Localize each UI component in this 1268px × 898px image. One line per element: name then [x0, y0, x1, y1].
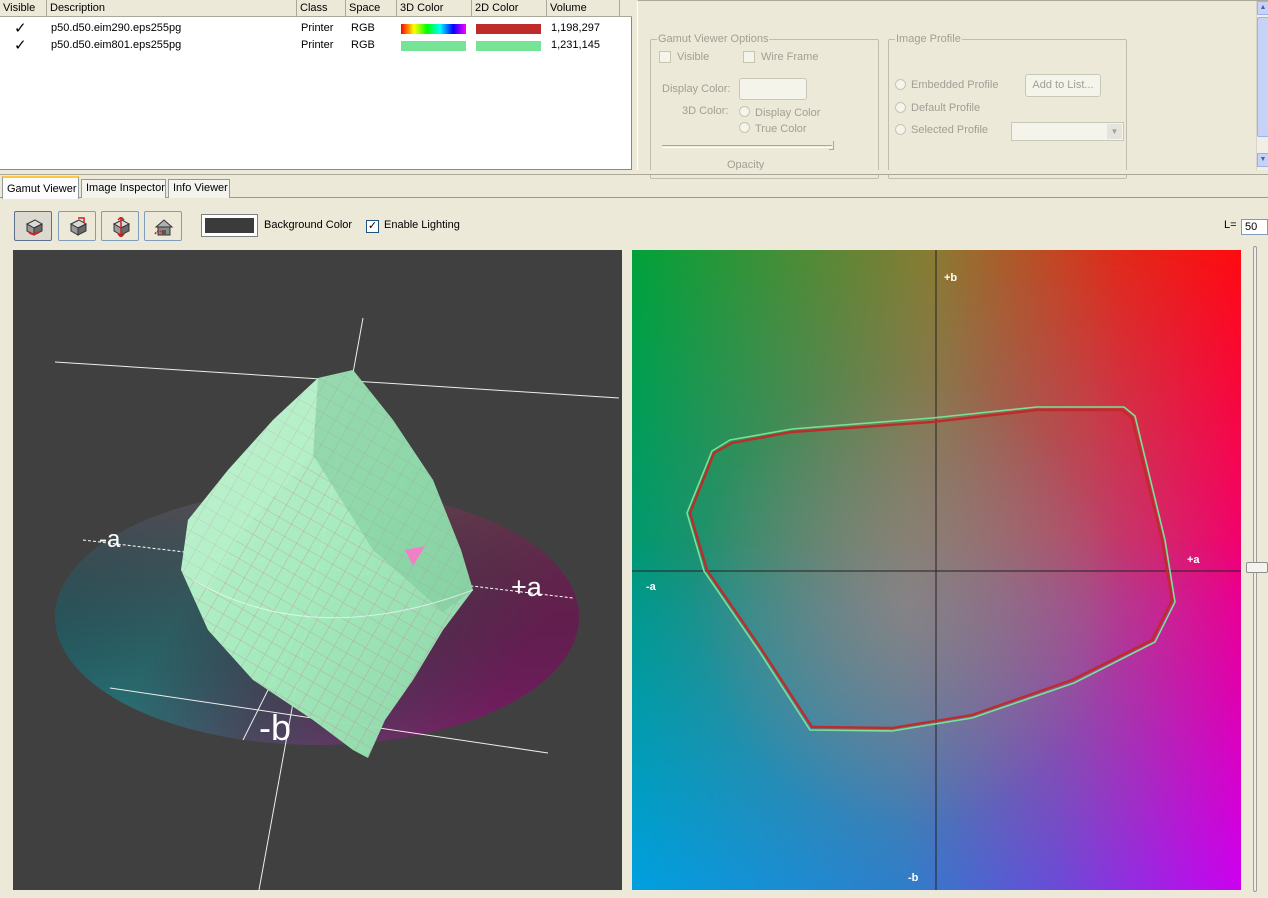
visible-check-icon[interactable]: ✓ [14, 37, 27, 54]
selected-profile-radio[interactable] [895, 124, 906, 135]
display-color-radio[interactable] [739, 106, 750, 117]
axis-label-neg-a: -a [646, 581, 657, 593]
zoom-view-icon [69, 217, 88, 236]
visible-check-icon[interactable]: ✓ [14, 20, 27, 37]
color-3d-swatch[interactable] [401, 24, 466, 34]
tab-info-viewer[interactable]: Info Viewer [168, 179, 230, 198]
embedded-profile-radio[interactable] [895, 79, 906, 90]
column-3d-color[interactable]: 3D Color [397, 0, 472, 17]
visible-label: Visible [677, 51, 710, 63]
wire-frame-label: Wire Frame [761, 51, 819, 63]
profile-description: p50.d50.eim290.eps255pg [51, 22, 182, 34]
l-value-slider[interactable] [1243, 240, 1268, 898]
panel-splitter[interactable] [0, 170, 1268, 175]
column-volume[interactable]: Volume [547, 0, 620, 17]
tab-bar: Gamut Viewer Image Inspector Info Viewer [0, 176, 1268, 199]
axis-label-neg-b: -b [908, 872, 919, 884]
l-slider-thumb[interactable] [1246, 562, 1268, 573]
profile-list[interactable]: Visible Description Class Space 3D Color… [0, 0, 632, 170]
enable-lighting-label: Enable Lighting [384, 219, 460, 231]
default-profile-label: Default Profile [911, 102, 981, 114]
scroll-up-icon[interactable]: ▲ [1257, 1, 1268, 15]
selected-profile-dropdown[interactable]: ▼ [1011, 122, 1124, 141]
profile-row[interactable]: ✓ p50.d50.eim801.eps255pg Printer RGB 1,… [0, 37, 632, 54]
profile-class: Printer [301, 22, 334, 34]
axis-label-neg-b: -b [259, 707, 291, 748]
default-profile-radio[interactable] [895, 102, 906, 113]
display-color-option: Display Color [755, 107, 821, 119]
axis-label-neg-a: -a [99, 526, 121, 553]
scroll-thumb[interactable] [1257, 17, 1268, 137]
profile-space: RGB [351, 22, 375, 34]
color-2d-swatch[interactable] [476, 41, 541, 51]
column-description[interactable]: Description [47, 0, 297, 17]
axis-label-pos-a: +a [511, 572, 543, 602]
opacity-slider-track[interactable] [662, 145, 832, 148]
l-value-label: L= [1224, 219, 1237, 231]
color-2d-swatch[interactable] [476, 24, 541, 34]
home-view-button[interactable] [144, 211, 182, 241]
column-class[interactable]: Class [297, 0, 346, 17]
profile-volume: 1,231,145 [551, 39, 600, 51]
rotate-view-icon [25, 219, 44, 236]
axis-label-pos-b: +b [944, 272, 957, 284]
visible-checkbox[interactable] [659, 51, 671, 63]
pan-view-button[interactable] [101, 211, 139, 241]
options-panel: Gamut Viewer Options Visible Wire Frame … [637, 0, 1268, 179]
gamut-2d-plot: +b -b +a -a [632, 250, 1241, 890]
column-filler [620, 0, 632, 17]
gamut-3d-scene: -a +a -b [54, 317, 620, 890]
rotate-view-button[interactable] [14, 211, 52, 241]
gamut-2d-viewport[interactable]: +b -b +a -a [632, 250, 1241, 890]
column-space[interactable]: Space [346, 0, 397, 17]
image-profile-group: Image Profile Embedded Profile Add to Li… [888, 33, 1127, 179]
display-color-label: Display Color: [662, 83, 731, 95]
background-color-label: Background Color [264, 219, 353, 231]
embedded-profile-label: Embedded Profile [911, 79, 999, 91]
tab-gamut-viewer[interactable]: Gamut Viewer [2, 176, 79, 199]
profile-description: p50.d50.eim801.eps255pg [51, 39, 182, 51]
profile-list-header: Visible Description Class Space 3D Color… [0, 0, 632, 17]
zoom-view-button[interactable] [58, 211, 96, 241]
wire-frame-checkbox[interactable] [743, 51, 755, 63]
color-3d-swatch[interactable] [401, 41, 466, 51]
profile-row[interactable]: ✓ p50.d50.eim290.eps255pg Printer RGB 1,… [0, 20, 632, 37]
l-value-input[interactable]: 50 [1241, 219, 1268, 235]
scroll-down-icon[interactable]: ▼ [1257, 153, 1268, 167]
true-color-option: True Color [755, 123, 807, 135]
background-color-button[interactable] [201, 214, 258, 237]
column-2d-color[interactable]: 2D Color [472, 0, 547, 17]
gamut-viewer-options-group: Gamut Viewer Options Visible Wire Frame … [650, 33, 879, 179]
true-color-radio[interactable] [739, 122, 750, 133]
profile-class: Printer [301, 39, 334, 51]
axis-label-pos-a: +a [1187, 554, 1200, 566]
3d-color-label: 3D Color: [682, 105, 729, 117]
tab-image-inspector[interactable]: Image Inspector [81, 179, 166, 198]
options-scrollbar[interactable]: ▲ ▼ [1256, 1, 1268, 171]
home-view-icon [154, 219, 174, 236]
enable-lighting-checkbox[interactable]: ✓ [366, 220, 379, 233]
profile-volume: 1,198,297 [551, 22, 600, 34]
selected-profile-label: Selected Profile [911, 124, 989, 136]
column-visible[interactable]: Visible [0, 0, 47, 17]
gamut-3d-viewport[interactable]: -a +a -b [13, 250, 622, 890]
background-color-swatch [205, 218, 254, 233]
profile-space: RGB [351, 39, 375, 51]
gamut-viewer-options-title: Gamut Viewer Options [657, 33, 770, 45]
chevron-down-icon[interactable]: ▼ [1107, 124, 1122, 139]
display-color-button[interactable] [739, 78, 807, 100]
image-profile-title: Image Profile [895, 33, 962, 45]
pan-view-icon [112, 217, 131, 237]
opacity-slider-thumb[interactable] [829, 141, 834, 150]
add-to-list-button[interactable]: Add to List... [1025, 74, 1101, 97]
